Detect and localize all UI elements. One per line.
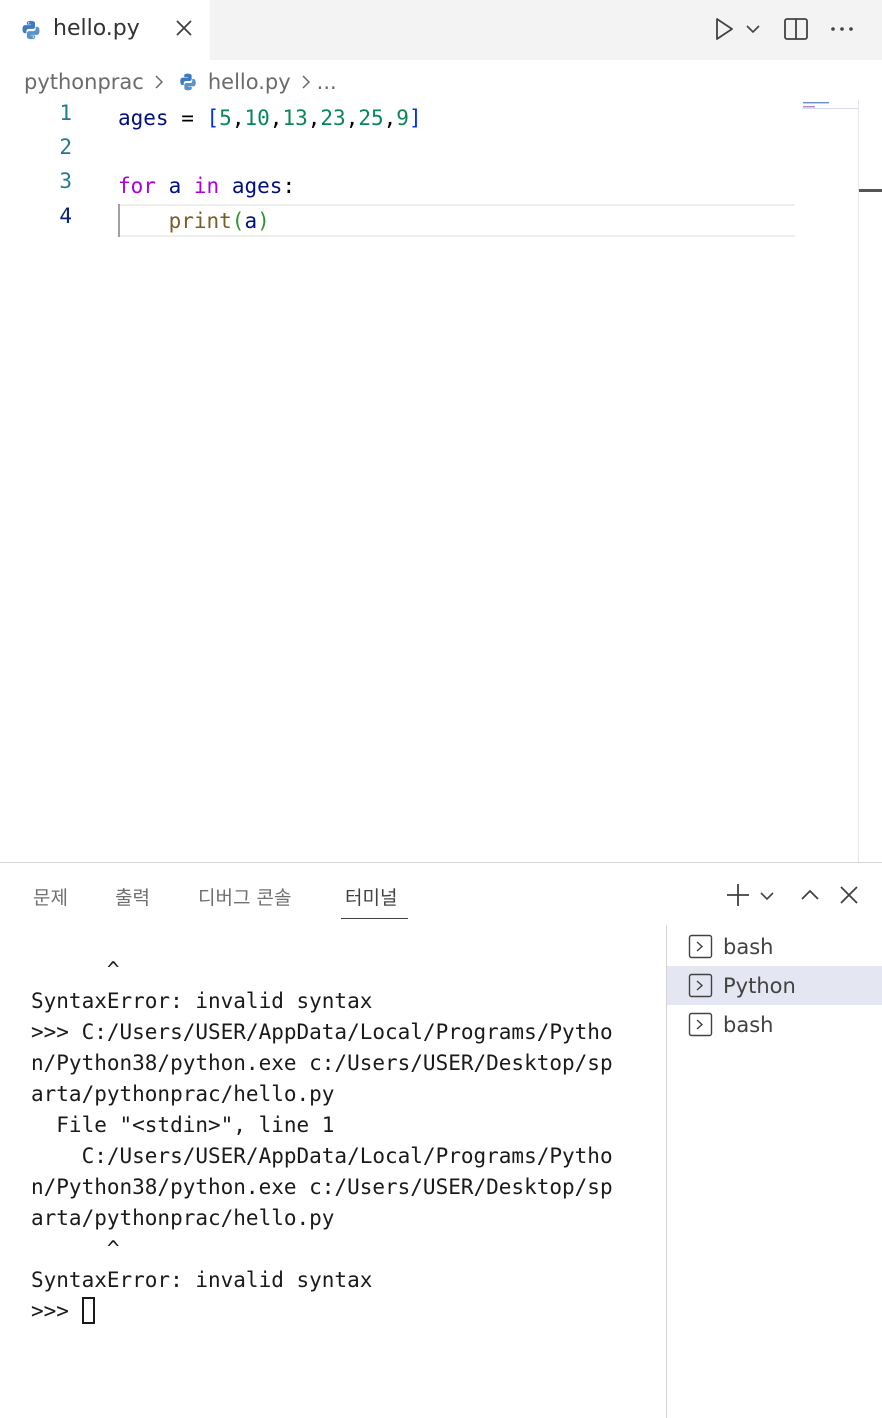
terminal-line: C:/Users/USER/AppData/Local/Programs/Pyt…	[31, 1144, 613, 1168]
plus-icon[interactable]	[724, 881, 752, 909]
terminal-instance-python[interactable]: Python	[667, 966, 882, 1005]
code-line[interactable]: ages = [5,10,13,23,25,9]	[118, 101, 422, 135]
terminal-line: n/Python38/python.exe c:/Users/USER/Desk…	[31, 1175, 613, 1199]
chevron-down-icon[interactable]	[741, 14, 765, 44]
terminal-icon	[688, 934, 713, 959]
terminal-cursor	[81, 1297, 95, 1324]
code-line[interactable]: print(a)	[118, 204, 270, 238]
chevron-right-icon	[155, 75, 163, 89]
play-icon[interactable]	[709, 14, 739, 44]
more-icon[interactable]	[827, 14, 857, 44]
terminal-instance-label: Python	[723, 973, 796, 998]
code-token: )	[257, 209, 270, 233]
code-token: 25	[358, 106, 384, 130]
code-token: ,	[269, 106, 283, 130]
scrollbar-cursor-marker	[859, 189, 882, 192]
breadcrumb-more[interactable]: ...	[317, 70, 337, 94]
code-token: a	[244, 209, 258, 233]
terminal-instance-label: bash	[723, 934, 774, 959]
terminal-instance-bash[interactable]: bash	[667, 1005, 882, 1044]
terminal-instance-list: bash Python bash	[667, 927, 882, 1044]
code-token: 10	[244, 106, 270, 130]
tab-problems[interactable]: 문제	[33, 883, 68, 910]
line-number: 1	[59, 101, 72, 125]
line-number: 2	[59, 135, 72, 159]
terminal-prompt-line[interactable]: >>>	[31, 1296, 666, 1327]
line-number-active: 4	[59, 204, 72, 228]
bottom-panel: 문제 출력 디버그 콘솔 터미널 ^ SyntaxError: invalid …	[0, 862, 882, 1418]
python-icon	[22, 20, 40, 40]
code-token: ages	[231, 174, 283, 198]
tab-hello-py[interactable]: hello.py	[0, 0, 210, 60]
terminal-line: n/Python38/python.exe c:/Users/USER/Desk…	[31, 1051, 613, 1075]
terminal-line: File "<stdin>", line 1	[31, 1113, 335, 1137]
code-token: in	[193, 174, 220, 198]
chevron-up-icon[interactable]	[796, 881, 824, 909]
code-token: ,	[383, 106, 397, 130]
line-number: 3	[59, 169, 72, 193]
code-token: 9	[396, 106, 409, 130]
terminal-icon	[688, 973, 713, 998]
code-editor[interactable]: 1 2 3 4 ages = [5,10,13,23,25,9] for a i…	[0, 100, 882, 862]
code-token: 23	[320, 106, 346, 130]
code-token: ,	[231, 106, 245, 130]
terminal-line: arta/pythonprac/hello.py	[31, 1206, 335, 1230]
code-token: (	[231, 209, 245, 233]
chevron-down-icon[interactable]	[756, 881, 778, 909]
terminal-icon	[688, 1012, 713, 1037]
code-line[interactable]: for a in ages:	[118, 169, 295, 203]
tab-label: hello.py	[53, 16, 140, 41]
minimap-border	[858, 100, 859, 862]
code-token: :	[282, 174, 296, 198]
code-token: for	[118, 174, 156, 198]
terminal-line: SyntaxError: invalid syntax	[31, 989, 373, 1013]
minimap[interactable]	[802, 101, 858, 109]
tab-debug-console[interactable]: 디버그 콘솔	[198, 883, 291, 910]
chevron-right-icon	[302, 75, 310, 89]
python-icon	[180, 73, 196, 91]
terminal-line: arta/pythonprac/hello.py	[31, 1082, 335, 1106]
code-token: ]	[408, 106, 422, 130]
code-token: =	[168, 106, 207, 130]
terminal-line: SyntaxError: invalid syntax	[31, 1268, 373, 1292]
terminal-line: >>> C:/Users/USER/AppData/Local/Programs…	[31, 1020, 613, 1044]
code-token: ages	[118, 106, 169, 130]
editor-tab-bar: hello.py	[0, 0, 882, 60]
terminal-output[interactable]: ^ SyntaxError: invalid syntax >>> C:/Use…	[0, 925, 666, 1418]
code-token: a	[168, 174, 182, 198]
terminal-instance-bash[interactable]: bash	[667, 927, 882, 966]
code-token: 5	[219, 106, 232, 130]
split-editor-icon[interactable]	[781, 14, 811, 44]
tab-terminal[interactable]: 터미널	[345, 883, 397, 910]
terminal-instance-label: bash	[723, 1012, 774, 1037]
breadcrumb-file[interactable]: hello.py	[208, 70, 291, 94]
breadcrumb: pythonprac hello.py ...	[24, 66, 337, 98]
code-token: ,	[345, 106, 359, 130]
terminal-prompt: >>>	[31, 1299, 82, 1323]
close-icon[interactable]	[173, 17, 195, 39]
tab-output[interactable]: 출력	[115, 883, 150, 910]
code-token: [	[206, 106, 220, 130]
terminal-line: ^	[31, 958, 120, 982]
code-token: ,	[307, 106, 321, 130]
terminal-line: ^	[31, 1237, 120, 1261]
code-token: print	[168, 209, 232, 233]
breadcrumb-folder[interactable]: pythonprac	[24, 70, 144, 94]
close-icon[interactable]	[835, 881, 863, 909]
code-token: 13	[282, 106, 308, 130]
active-tab-indicator	[341, 918, 408, 919]
